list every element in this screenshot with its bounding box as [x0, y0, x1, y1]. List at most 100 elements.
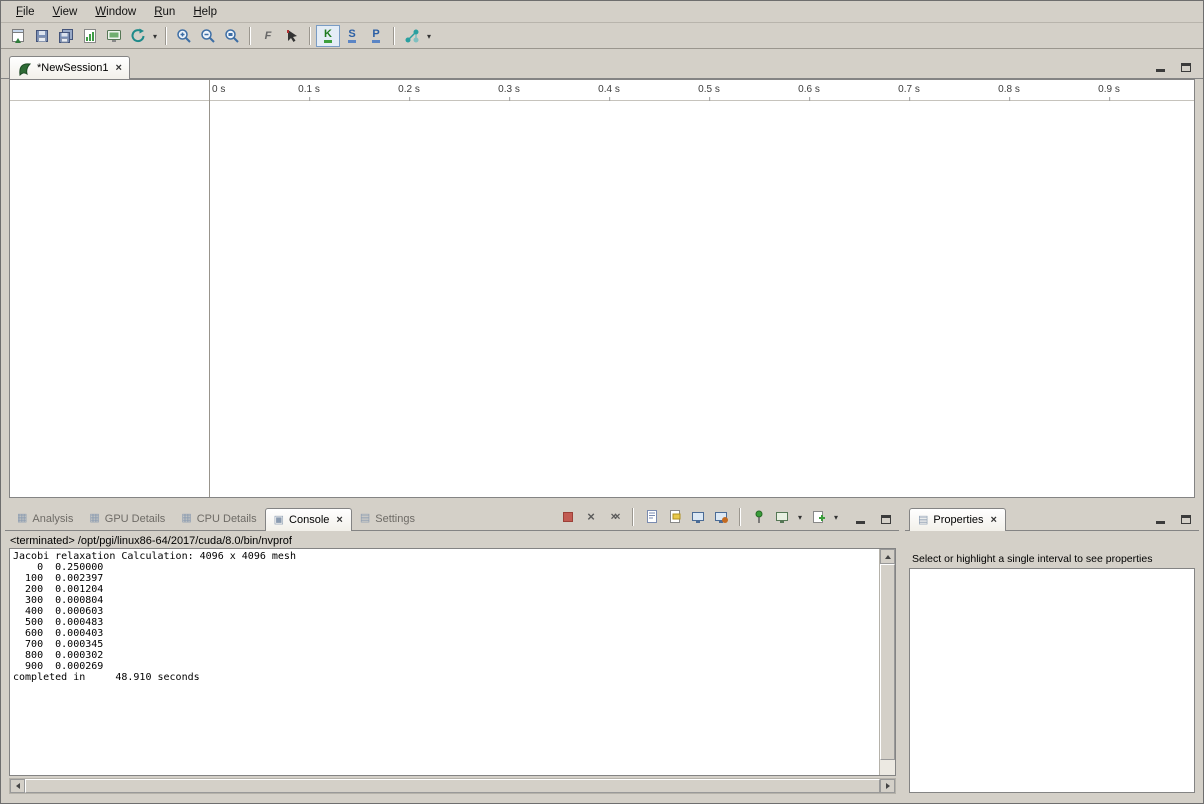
menu-item[interactable]: Run: [145, 3, 184, 21]
maximize-icon: [1181, 63, 1191, 72]
view-tab[interactable]: ▦ CPU Details ×: [173, 507, 264, 530]
maximize-button[interactable]: [877, 510, 895, 524]
maximize-button[interactable]: [1177, 58, 1195, 72]
marker-backward-button[interactable]: [280, 25, 304, 47]
view-tab[interactable]: ▤ Settings ×: [352, 507, 423, 530]
ruler-tick-label: 0.4 s: [598, 84, 620, 95]
process-p-icon: P: [372, 29, 379, 43]
new-session-button[interactable]: [6, 25, 30, 47]
view-tab[interactable]: ▣ Console ×: [265, 508, 352, 531]
ruler-scale: 0 s0.1 s0.2 s0.3 s0.4 s0.5 s0.6 s0.7 s0.…: [209, 80, 1194, 100]
vertical-scrollbar[interactable]: [879, 549, 895, 775]
marker-forward-button[interactable]: F: [256, 25, 280, 47]
bottom-views: ▦ Analysis × ▦ GPU Details × ▦: [1, 504, 1203, 796]
marker-f-icon: F: [265, 31, 272, 41]
remove-all-icon: ××: [611, 511, 618, 523]
horizontal-scrollbar[interactable]: [9, 778, 896, 794]
minimize-button[interactable]: [851, 510, 869, 524]
console-output[interactable]: Jacobi relaxation Calculation: 4096 x 40…: [9, 548, 896, 776]
console-line: 700 0.000345: [13, 639, 877, 650]
tab-properties[interactable]: ▤ Properties ×: [909, 508, 1006, 531]
show-stderr-console-button[interactable]: [711, 508, 731, 526]
view-tab[interactable]: ▦ GPU Details ×: [81, 507, 173, 530]
close-icon[interactable]: ×: [989, 514, 997, 526]
menu-item[interactable]: File: [7, 3, 44, 21]
pin-console-button[interactable]: [749, 508, 769, 526]
minimize-button[interactable]: [1151, 58, 1169, 72]
display-selected-console-button[interactable]: [772, 508, 792, 526]
save-session-button[interactable]: [30, 25, 54, 47]
menu-item[interactable]: Help: [184, 3, 226, 21]
console-line: 300 0.000804: [13, 595, 877, 606]
view-tab-label: Settings: [375, 513, 415, 525]
ruler-tick-label: 0.3 s: [498, 84, 520, 95]
reset-timeline-button[interactable]: [126, 25, 150, 47]
arrow-right-icon: [886, 783, 890, 789]
menu-item[interactable]: View: [44, 3, 87, 21]
clear-console-button[interactable]: [642, 508, 662, 526]
process-toggle-button[interactable]: P: [364, 25, 388, 47]
session-tab[interactable]: *NewSession1 ×: [9, 56, 130, 79]
toolbar-separator: [249, 27, 251, 45]
maximize-button[interactable]: [1177, 510, 1195, 524]
display-console-dropdown-icon[interactable]: ▾: [795, 513, 805, 522]
console-line: 500 0.000483: [13, 617, 877, 628]
zoom-fit-button[interactable]: [220, 25, 244, 47]
menu-bar: FileViewWindowRunHelp: [1, 1, 1203, 23]
terminate-button[interactable]: [558, 508, 578, 526]
ruler-tick-label: 0.8 s: [998, 84, 1020, 95]
properties-window-buttons: [1151, 510, 1195, 530]
show-stdout-console-button[interactable]: [688, 508, 708, 526]
stream-toggle-button[interactable]: S: [340, 25, 364, 47]
vertical-scroll-thumb[interactable]: [880, 564, 895, 760]
names-timeline-divider[interactable]: [209, 80, 210, 497]
zoom-fit-icon: [224, 28, 240, 44]
analysis-dropdown-arrow-icon[interactable]: ▾: [424, 32, 434, 41]
open-console-dropdown-icon[interactable]: ▾: [831, 513, 841, 522]
console-text[interactable]: Jacobi relaxation Calculation: 4096 x 40…: [13, 551, 877, 773]
marker-arrow-icon: [284, 28, 300, 44]
console-line: 100 0.002397: [13, 573, 877, 584]
properties-panel: ▤ Properties × Select or highlight a sin…: [905, 504, 1199, 796]
terminate-icon: [563, 512, 573, 522]
scroll-right-button[interactable]: [880, 779, 895, 793]
remove-all-launches-button[interactable]: ××: [604, 508, 624, 526]
scroll-up-button[interactable]: [880, 549, 895, 564]
ruler-tick-label: 0.2 s: [398, 84, 420, 95]
remove-launch-button[interactable]: ×: [581, 508, 601, 526]
horizontal-scroll-thumb[interactable]: [25, 779, 880, 793]
analysis-menu-button[interactable]: [400, 25, 424, 47]
scroll-lock-icon: [667, 509, 683, 525]
properties-content: [909, 568, 1195, 793]
monitor-icon: [690, 509, 706, 525]
scroll-left-button[interactable]: [10, 779, 25, 793]
timeline-canvas[interactable]: 0 s0.1 s0.2 s0.3 s0.4 s0.5 s0.6 s0.7 s0.…: [9, 79, 1195, 498]
view-tab[interactable]: ▦ Analysis ×: [9, 507, 81, 530]
stream-s-icon: S: [348, 29, 355, 43]
zoom-in-button[interactable]: [172, 25, 196, 47]
properties-tab-bar: ▤ Properties ×: [905, 504, 1199, 531]
generate-timeline-button[interactable]: [78, 25, 102, 47]
close-icon[interactable]: ×: [114, 62, 122, 74]
toolbar-separator: [393, 27, 395, 45]
zoom-out-button[interactable]: [196, 25, 220, 47]
close-icon[interactable]: ×: [334, 514, 342, 526]
menu-item[interactable]: Window: [86, 3, 145, 21]
minimize-button[interactable]: [1151, 510, 1169, 524]
zoom-out-icon: [200, 28, 216, 44]
editor-window-buttons: [1151, 58, 1195, 78]
editor-tab-bar: *NewSession1 ×: [1, 50, 1203, 79]
view-tab-icon: ▦: [17, 513, 27, 524]
kernel-toggle-button[interactable]: K: [316, 25, 340, 47]
console-line: 900 0.000269: [13, 661, 877, 672]
reset-dropdown-arrow-icon[interactable]: ▾: [150, 32, 160, 41]
save-all-button[interactable]: [54, 25, 78, 47]
profile-system-button[interactable]: [102, 25, 126, 47]
console-tab-bar: ▦ Analysis × ▦ GPU Details × ▦: [5, 504, 899, 531]
open-console-button[interactable]: [808, 508, 828, 526]
session-icon: [17, 61, 32, 76]
nvvp-window: FileViewWindowRunHelp ▾: [0, 0, 1204, 804]
arrow-up-icon: [885, 555, 891, 559]
scroll-lock-button[interactable]: [665, 508, 685, 526]
timeline-chart-icon: [82, 28, 98, 44]
